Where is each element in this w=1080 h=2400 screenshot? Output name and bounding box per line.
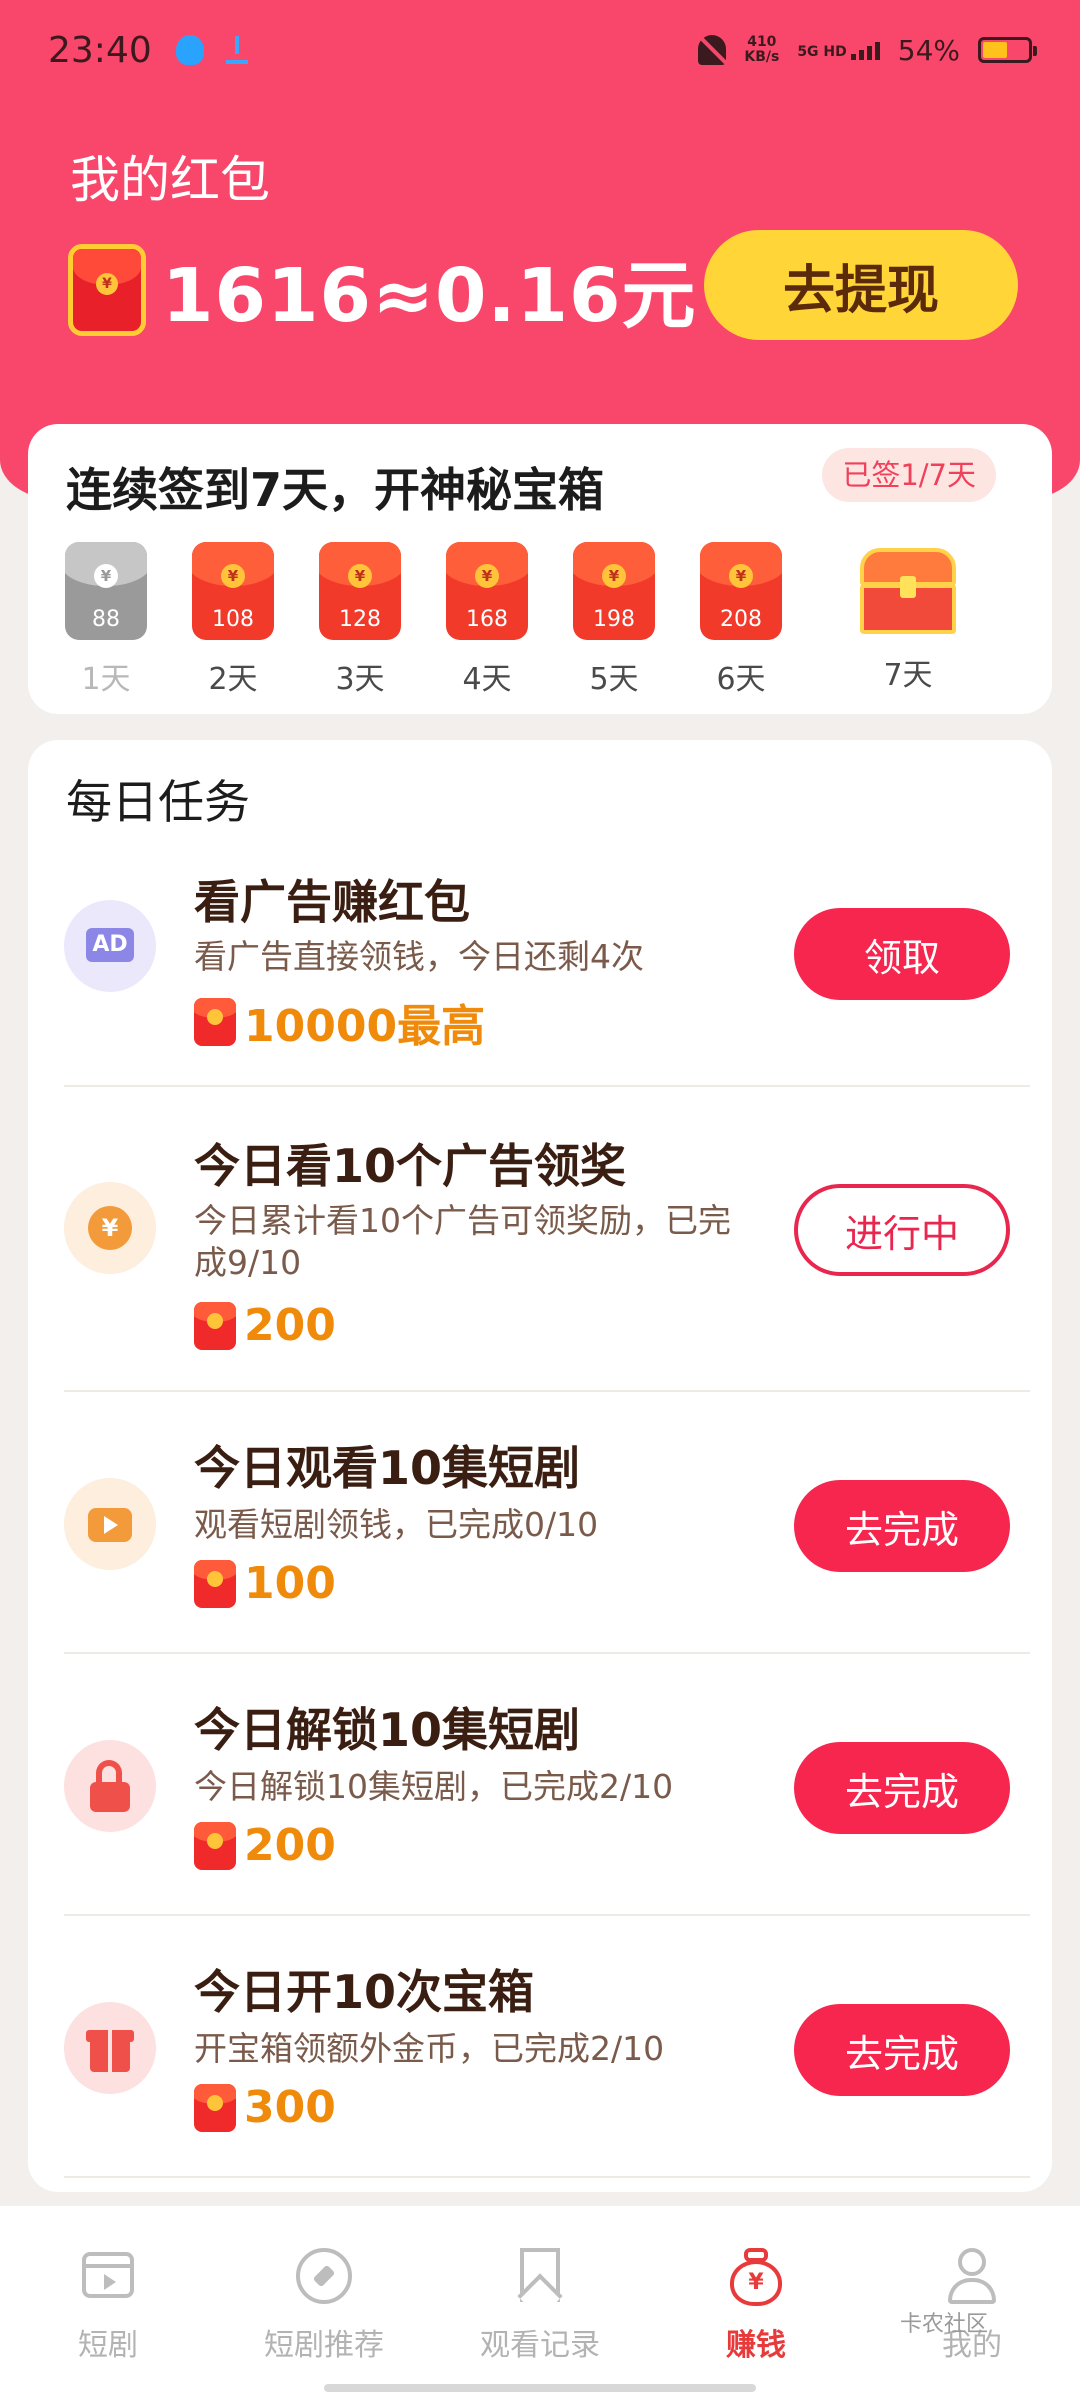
red-packet-icon xyxy=(194,1821,236,1870)
task-watch-10-episodes: 今日观看10集短剧 观看短剧领钱，已完成0/10 100 去完成 xyxy=(64,1412,1030,1652)
signal-indicator: 5G HD xyxy=(797,40,880,60)
task-reward: 100 xyxy=(194,1558,336,1609)
red-packet-icon xyxy=(194,1559,236,1608)
task-reward: 10000最高 xyxy=(194,990,485,1054)
divider xyxy=(64,1652,1030,1654)
red-packet-icon: ¥168 xyxy=(446,542,528,640)
film-icon xyxy=(78,2246,138,2306)
divider xyxy=(64,1085,1030,1087)
red-packet-icon: ¥88 xyxy=(65,542,147,640)
tab-watch-history[interactable]: 观看记录 xyxy=(460,2246,620,2364)
task-reward: 200 xyxy=(194,1300,336,1351)
compass-icon xyxy=(294,2246,354,2306)
wallet-balance: ¥ 1616≈0.16元 xyxy=(68,236,697,343)
task-reward: 200 xyxy=(194,1820,336,1871)
task-watch-ad: AD 看广告赚红包 看广告直接领钱，今日还剩4次 10000最高 领取 xyxy=(64,840,1030,1070)
red-packet-icon: ¥208 xyxy=(700,542,782,640)
divider xyxy=(64,1390,1030,1392)
withdraw-button[interactable]: 去提现 xyxy=(704,230,1018,340)
tab-short-drama[interactable]: 短剧 xyxy=(28,2246,188,2364)
battery-icon xyxy=(978,37,1037,63)
checkin-title: 连续签到7天，开神秘宝箱 xyxy=(66,463,605,517)
red-packet-icon: ¥ xyxy=(68,243,146,336)
tv-icon xyxy=(64,1478,156,1570)
checkin-day-4[interactable]: ¥168 4天 xyxy=(445,542,529,698)
claim-button[interactable]: 领取 xyxy=(794,908,1010,1000)
in-progress-button[interactable]: 进行中 xyxy=(794,1184,1010,1276)
download-icon xyxy=(225,36,248,64)
red-packet-icon: ¥108 xyxy=(192,542,274,640)
network-speed: 410 KB/s xyxy=(744,34,780,65)
ad-icon: AD xyxy=(64,900,156,992)
red-packet-icon xyxy=(194,1301,236,1350)
red-packet-icon: ¥128 xyxy=(319,542,401,640)
home-indicator[interactable] xyxy=(324,2384,756,2392)
divider xyxy=(64,2176,1030,2178)
checkin-card: 连续签到7天，开神秘宝箱 已签1/7天 ¥88 1天 ¥108 2天 ¥128 … xyxy=(28,424,1052,714)
task-watch-10-ads: ¥ 今日看10个广告领奖 今日累计看10个广告可领奖励，已完成9/10 200 … xyxy=(64,1110,1030,1400)
red-packet-icon xyxy=(194,998,236,1046)
tab-me[interactable]: 我的 xyxy=(892,2246,1052,2364)
red-packet-icon xyxy=(194,2083,236,2132)
task-unlock-10-episodes: 今日解锁10集短剧 今日解锁10集短剧，已完成2/10 200 去完成 xyxy=(64,1674,1030,1914)
checkin-day-3[interactable]: ¥128 3天 xyxy=(318,542,402,698)
task-open-10-chests: 今日开10次宝箱 开宝箱领额外金币，已完成2/10 300 去完成 xyxy=(64,1936,1030,2176)
qq-notification-icon xyxy=(175,35,204,65)
red-packet-icon: ¥198 xyxy=(573,542,655,640)
status-bar: 23:40 410 KB/s 5G HD 54% xyxy=(0,0,1080,100)
checkin-day-5[interactable]: ¥198 5天 xyxy=(572,542,656,698)
bookmark-icon xyxy=(510,2246,570,2319)
tab-earn-money[interactable]: ¥ 赚钱 xyxy=(676,2246,836,2364)
checkin-day-6[interactable]: ¥208 6天 xyxy=(699,542,783,698)
bottom-tab-bar: 短剧 短剧推荐 观看记录 ¥ 赚钱 我的 xyxy=(0,2206,1080,2400)
unlock-icon xyxy=(64,1740,156,1832)
checkin-day-1[interactable]: ¥88 1天 xyxy=(64,542,148,698)
gift-icon xyxy=(64,2002,156,2094)
tab-drama-recommend[interactable]: 短剧推荐 xyxy=(244,2246,404,2364)
wallet-amount: 1616≈0.16元 xyxy=(162,253,697,339)
daily-tasks-card: 每日任务 AD 看广告赚红包 看广告直接领钱，今日还剩4次 10000最高 领取… xyxy=(28,740,1052,2192)
money-bag-icon: ¥ xyxy=(726,2246,786,2306)
daily-tasks-title: 每日任务 xyxy=(66,775,250,829)
yen-coin-icon: ¥ xyxy=(64,1182,156,1274)
status-time: 23:40 xyxy=(48,29,152,71)
treasure-chest-icon xyxy=(858,548,958,634)
go-complete-button[interactable]: 去完成 xyxy=(794,2004,1010,2096)
checkin-day-2[interactable]: ¥108 2天 xyxy=(191,542,275,698)
signal-bars-icon xyxy=(850,40,880,60)
checkin-progress-badge: 已签1/7天 xyxy=(822,448,996,502)
go-complete-button[interactable]: 去完成 xyxy=(794,1480,1010,1572)
mute-bell-icon xyxy=(698,35,727,65)
wallet-title: 我的红包 xyxy=(70,151,270,209)
user-icon xyxy=(942,2246,1002,2306)
task-reward: 300 xyxy=(194,2082,336,2133)
divider xyxy=(64,1914,1030,1916)
go-complete-button[interactable]: 去完成 xyxy=(794,1742,1010,1834)
checkin-day-7[interactable]: 7天 xyxy=(856,542,960,694)
watermark: 卡农社区 xyxy=(900,2312,989,2337)
battery-percent: 54% xyxy=(897,33,960,67)
